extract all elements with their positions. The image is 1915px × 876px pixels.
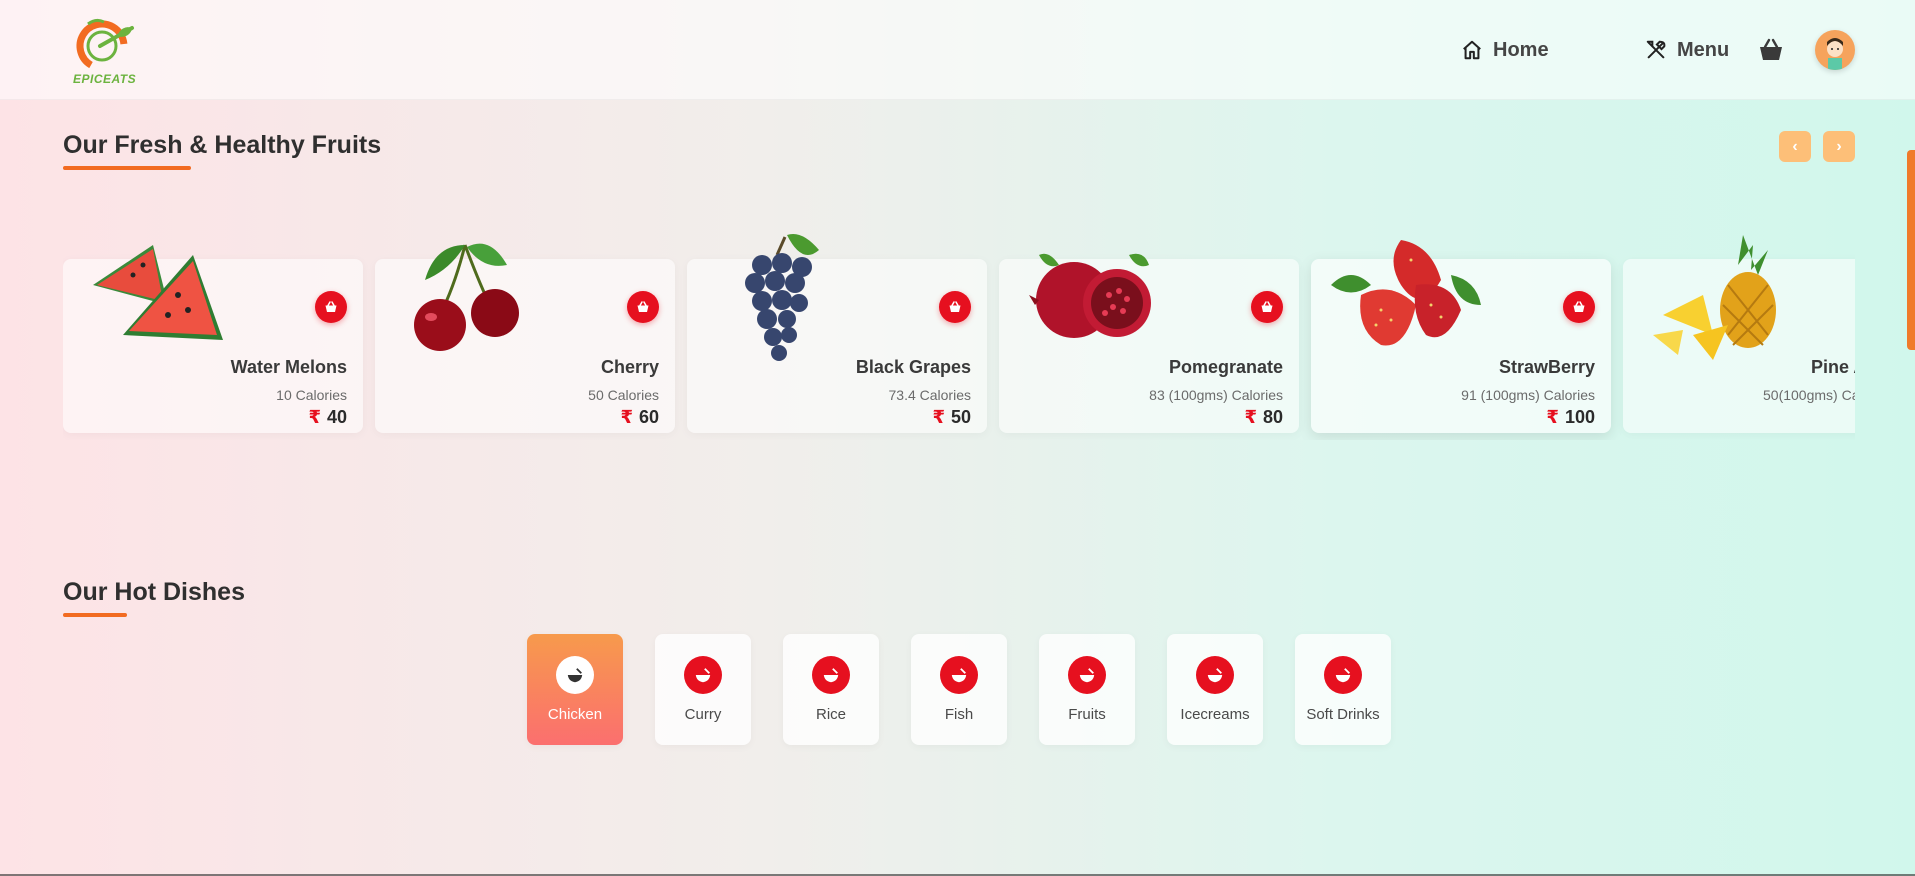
rupee-icon: ₹ (1546, 407, 1559, 427)
food-bowl-icon (823, 668, 839, 683)
cart-icon[interactable] (1758, 38, 1784, 62)
category-label: Icecreams (1180, 706, 1250, 723)
fruit-price: ₹60 (620, 407, 659, 428)
category-label: Chicken (547, 706, 603, 723)
category-icon (1324, 656, 1362, 694)
fruit-card[interactable]: Cherry 50 Calories ₹60 (375, 243, 675, 433)
carousel-next-button[interactable]: › (1823, 131, 1855, 162)
basket-icon (637, 301, 649, 312)
category-label: Fish (944, 706, 974, 723)
category-icon (556, 656, 594, 694)
avatar[interactable] (1815, 30, 1855, 70)
fruit-name: Pine Apple (1811, 357, 1855, 377)
home-icon (1463, 40, 1481, 60)
fruit-name: Water Melons (230, 357, 347, 377)
dishes-section-title: Our Hot Dishes (63, 578, 245, 606)
category-label: Curry (684, 706, 722, 723)
fruit-card[interactable]: Black Grapes 73.4 Calories ₹50 (687, 234, 987, 433)
rupee-icon: ₹ (308, 407, 321, 427)
rupee-icon: ₹ (932, 407, 945, 427)
carousel-prev-button[interactable]: ‹ (1779, 131, 1811, 162)
add-to-cart-button[interactable] (939, 291, 971, 323)
price-value: 100 (1564, 407, 1595, 427)
fruit-calories: 73.4 Calories (888, 387, 972, 403)
basket-icon (1261, 301, 1273, 312)
price-value: 80 (1262, 407, 1283, 427)
fruit-card[interactable]: StrawBerry 91 (100gms) Calories ₹100 (1311, 240, 1611, 433)
category-rice[interactable]: Rice (783, 634, 879, 745)
price-value: 40 (326, 407, 347, 427)
category-soft-drinks[interactable]: Soft Drinks (1295, 634, 1391, 745)
pineapple-icon (1653, 235, 1776, 360)
category-label: Fruits (1068, 706, 1106, 723)
category-label: Soft Drinks (1306, 706, 1380, 723)
food-bowl-icon (1207, 668, 1223, 683)
utensils-icon (1646, 40, 1666, 59)
price-value: 60 (638, 407, 659, 427)
food-bowl-icon (695, 668, 711, 683)
grapes-icon (745, 234, 819, 361)
title-underline (63, 166, 191, 170)
category-icon (1196, 656, 1234, 694)
fruit-calories: 50(100gms) Calories (1763, 387, 1855, 403)
fruit-calories: 91 (100gms) Calories (1461, 387, 1595, 403)
basket-icon (949, 301, 961, 312)
fruit-name: Cherry (600, 357, 659, 377)
fruit-card[interactable]: Water Melons 10 Calories ₹40 (63, 245, 363, 433)
add-to-cart-button[interactable] (1563, 291, 1595, 323)
nav-home-label: Home (1493, 38, 1549, 61)
food-bowl-icon (1079, 668, 1095, 683)
basket-icon (325, 301, 337, 312)
watermelon-icon (93, 245, 223, 340)
user-avatar-icon (1827, 38, 1843, 70)
category-icon (684, 656, 722, 694)
nav-home[interactable]: Home (1461, 36, 1549, 64)
scrollbar[interactable] (1907, 150, 1915, 350)
fruit-price: ₹80 (1244, 407, 1283, 428)
category-curry[interactable]: Curry (655, 634, 751, 745)
category-label: Rice (815, 706, 846, 723)
food-bowl-icon (1335, 668, 1351, 683)
rupee-icon: ₹ (620, 407, 633, 427)
category-fruits[interactable]: Fruits (1039, 634, 1135, 745)
fruit-price: ₹40 (308, 407, 347, 428)
add-to-cart-button[interactable] (1251, 291, 1283, 323)
category-icon (940, 656, 978, 694)
brand-name: EPICEATS (73, 72, 137, 86)
fruit-calories: 83 (100gms) Calories (1149, 387, 1283, 403)
nav-menu[interactable]: Menu (1645, 36, 1729, 64)
fruit-card[interactable]: Pine Apple 50(100gms) Calories (1623, 235, 1855, 433)
header: EPICEATS Home Menu (0, 0, 1915, 100)
category-icon (1068, 656, 1106, 694)
pomegranate-icon (1029, 253, 1151, 338)
fruit-price: ₹50 (932, 407, 971, 428)
basket-icon (1573, 301, 1585, 312)
fruit-name: StrawBerry (1498, 357, 1595, 377)
add-to-cart-button[interactable] (315, 291, 347, 323)
fruit-carousel: Water Melons 10 Calories ₹40 Cherry 50 C… (63, 220, 1855, 440)
fruit-card[interactable]: Pomegranate 83 (100gms) Calories ₹80 (999, 253, 1299, 433)
fruits-section-title: Our Fresh & Healthy Fruits (63, 131, 382, 159)
category-icecreams[interactable]: Icecreams (1167, 634, 1263, 745)
price-value: 50 (950, 407, 971, 427)
category-icon (812, 656, 850, 694)
food-bowl-icon (567, 668, 583, 683)
food-bowl-icon (951, 668, 967, 683)
fruit-name: Pomegranate (1168, 357, 1283, 377)
strawberry-icon (1331, 240, 1481, 346)
fruit-calories: 50 Calories (588, 387, 659, 403)
add-to-cart-button[interactable] (627, 291, 659, 323)
nav-menu-label: Menu (1677, 38, 1730, 61)
fruit-name: Black Grapes (855, 357, 971, 377)
category-fish[interactable]: Fish (911, 634, 1007, 745)
rupee-icon: ₹ (1244, 407, 1257, 427)
fruit-calories: 10 Calories (276, 387, 347, 403)
fruit-price: ₹100 (1546, 407, 1595, 428)
category-chicken[interactable]: Chicken (527, 634, 623, 745)
title-underline (63, 613, 127, 617)
cherry-icon (414, 243, 519, 351)
